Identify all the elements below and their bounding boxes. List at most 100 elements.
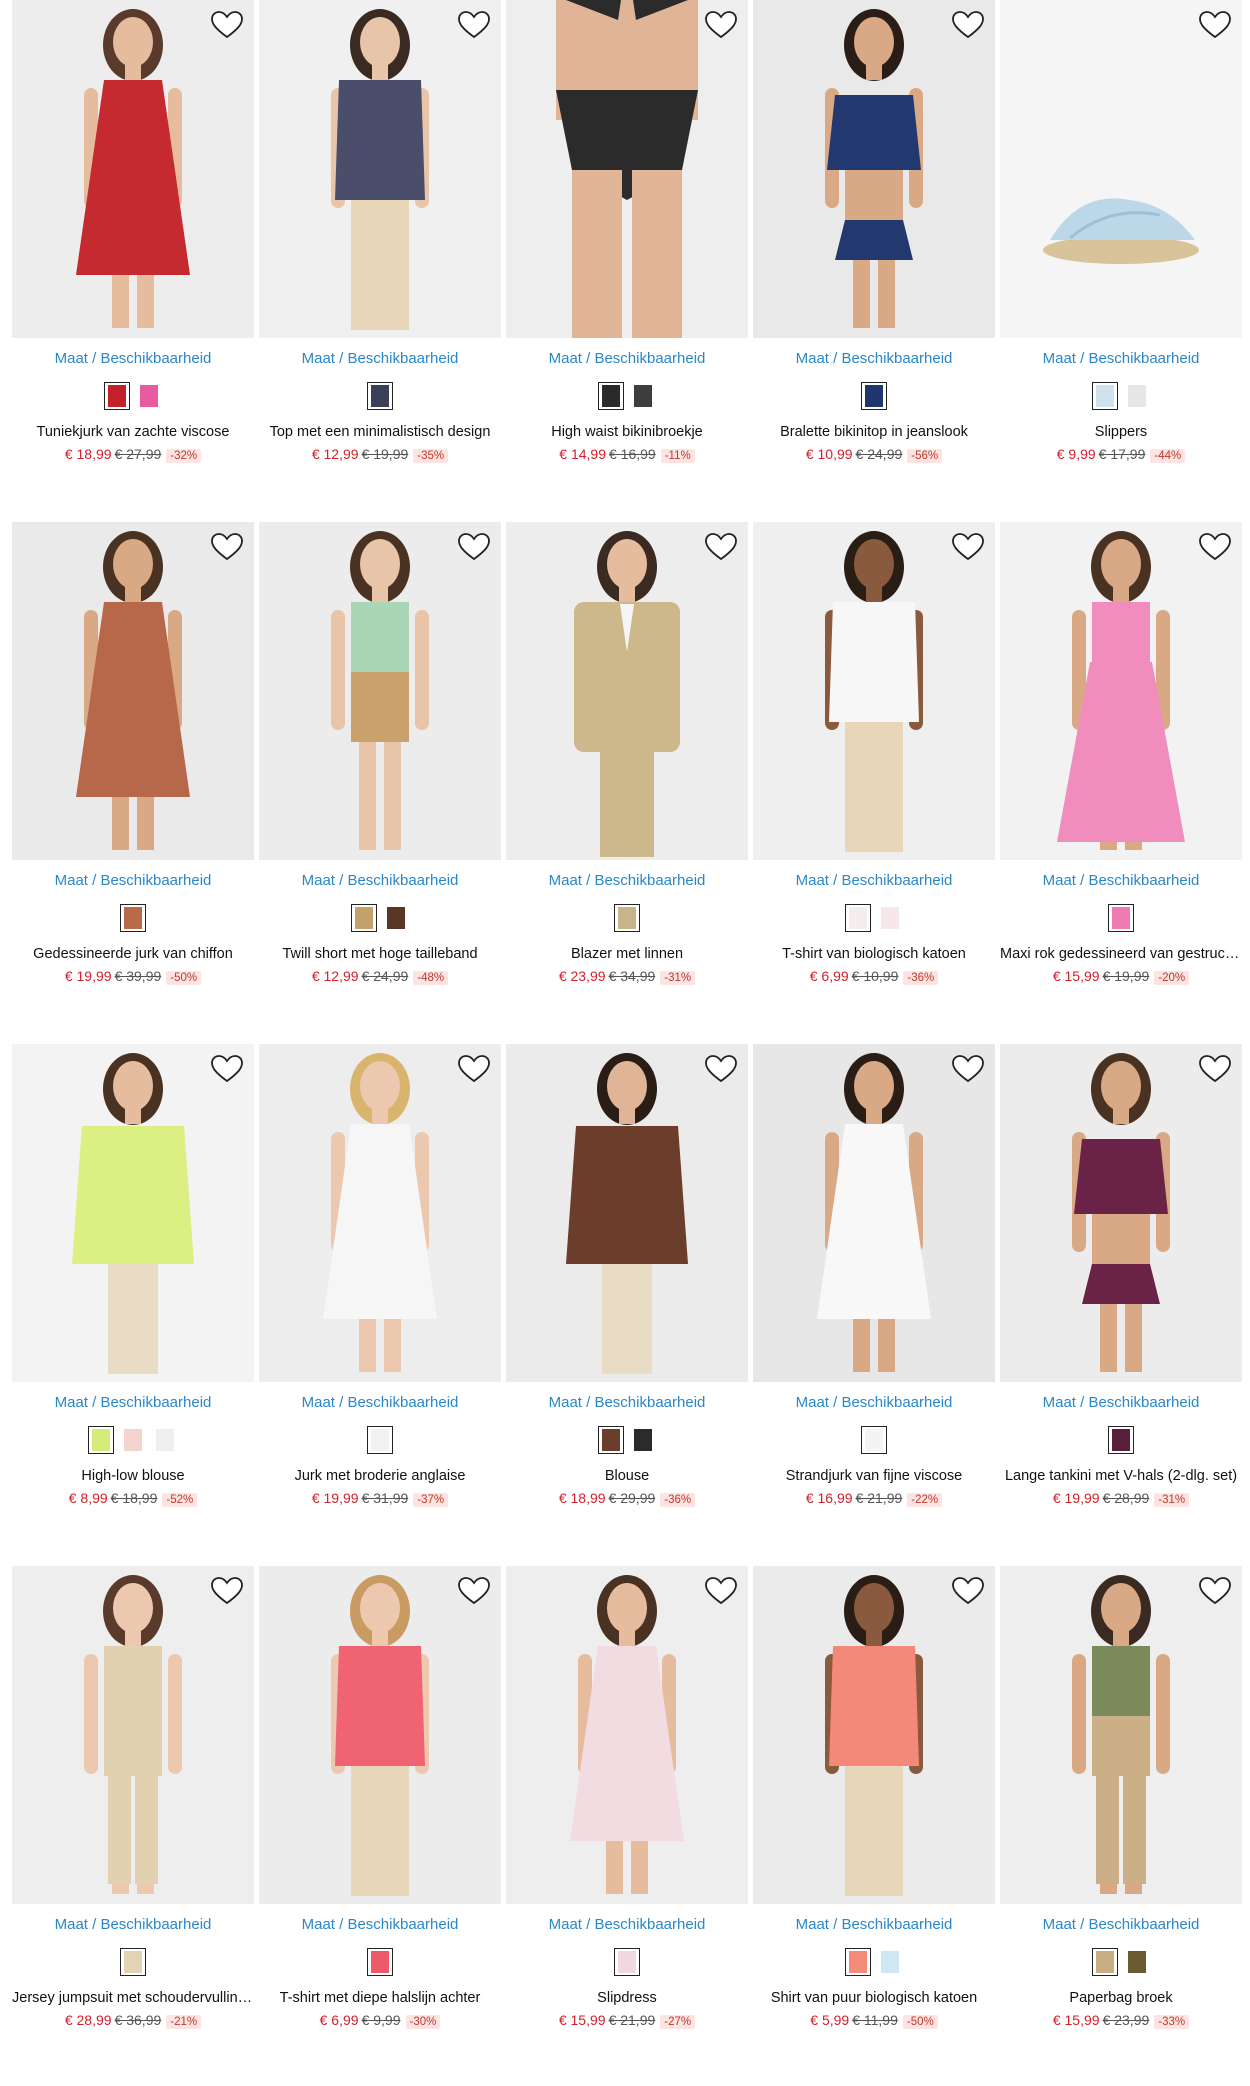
color-swatch[interactable] bbox=[120, 904, 146, 932]
size-availability-link[interactable]: Maat / Beschikbaarheid bbox=[259, 1394, 501, 1411]
color-swatch[interactable] bbox=[861, 1426, 887, 1454]
size-availability-link[interactable]: Maat / Beschikbaarheid bbox=[753, 1394, 995, 1411]
wishlist-heart-icon[interactable] bbox=[951, 1054, 985, 1084]
product-image[interactable] bbox=[506, 1566, 748, 1904]
product-image[interactable] bbox=[259, 1044, 501, 1382]
product-name[interactable]: Shirt van puur biologisch katoen bbox=[753, 1990, 995, 2006]
product-name[interactable]: Jersey jumpsuit met schoudervullingen bbox=[12, 1990, 254, 2006]
color-swatch[interactable] bbox=[367, 382, 393, 410]
size-availability-link[interactable]: Maat / Beschikbaarheid bbox=[12, 350, 254, 367]
wishlist-heart-icon[interactable] bbox=[1198, 1576, 1232, 1606]
wishlist-heart-icon[interactable] bbox=[704, 532, 738, 562]
size-availability-link[interactable]: Maat / Beschikbaarheid bbox=[753, 350, 995, 367]
wishlist-heart-icon[interactable] bbox=[210, 532, 244, 562]
color-swatch[interactable] bbox=[1124, 382, 1150, 410]
product-card[interactable]: Maat / Beschikbaarheid Jurk met broderie … bbox=[259, 1044, 501, 1564]
wishlist-heart-icon[interactable] bbox=[1198, 532, 1232, 562]
wishlist-heart-icon[interactable] bbox=[704, 1054, 738, 1084]
size-availability-link[interactable]: Maat / Beschikbaarheid bbox=[1000, 1916, 1242, 1933]
product-image[interactable] bbox=[1000, 1044, 1242, 1382]
product-image[interactable] bbox=[259, 522, 501, 860]
wishlist-heart-icon[interactable] bbox=[457, 10, 491, 40]
wishlist-heart-icon[interactable] bbox=[210, 1576, 244, 1606]
color-swatch[interactable] bbox=[351, 904, 377, 932]
product-name[interactable]: High-low blouse bbox=[12, 1468, 254, 1484]
product-image[interactable] bbox=[12, 1044, 254, 1382]
product-name[interactable]: T-shirt met diepe halslijn achter bbox=[259, 1990, 501, 2006]
product-name[interactable]: High waist bikinibroekje bbox=[506, 424, 748, 440]
size-availability-link[interactable]: Maat / Beschikbaarheid bbox=[12, 1394, 254, 1411]
product-name[interactable]: Slippers bbox=[1000, 424, 1242, 440]
wishlist-heart-icon[interactable] bbox=[951, 1576, 985, 1606]
product-name[interactable]: Bralette bikinitop in jeanslook bbox=[753, 424, 995, 440]
color-swatch[interactable] bbox=[877, 904, 903, 932]
wishlist-heart-icon[interactable] bbox=[457, 1054, 491, 1084]
product-name[interactable]: Gedessineerde jurk van chiffon bbox=[12, 946, 254, 962]
color-swatch[interactable] bbox=[104, 382, 130, 410]
product-image[interactable] bbox=[753, 1044, 995, 1382]
color-swatch[interactable] bbox=[1092, 382, 1118, 410]
product-image[interactable] bbox=[12, 1566, 254, 1904]
product-name[interactable]: Twill short met hoge tailleband bbox=[259, 946, 501, 962]
color-swatch[interactable] bbox=[136, 382, 162, 410]
size-availability-link[interactable]: Maat / Beschikbaarheid bbox=[259, 350, 501, 367]
color-swatch[interactable] bbox=[367, 1948, 393, 1976]
product-card[interactable]: Maat / Beschikbaarheid High waist bikinib… bbox=[506, 0, 748, 520]
color-swatch[interactable] bbox=[120, 1426, 146, 1454]
color-swatch[interactable] bbox=[1108, 1426, 1134, 1454]
size-availability-link[interactable]: Maat / Beschikbaarheid bbox=[1000, 1394, 1242, 1411]
color-swatch[interactable] bbox=[1108, 904, 1134, 932]
wishlist-heart-icon[interactable] bbox=[951, 532, 985, 562]
product-card[interactable]: Maat / Beschikbaarheid T-shirt van biolog… bbox=[753, 522, 995, 1042]
size-availability-link[interactable]: Maat / Beschikbaarheid bbox=[1000, 350, 1242, 367]
product-card[interactable]: Maat / Beschikbaarheid Gedessineerde jurk… bbox=[12, 522, 254, 1042]
wishlist-heart-icon[interactable] bbox=[1198, 10, 1232, 40]
product-name[interactable]: Slipdress bbox=[506, 1990, 748, 2006]
wishlist-heart-icon[interactable] bbox=[951, 10, 985, 40]
color-swatch[interactable] bbox=[614, 904, 640, 932]
product-image[interactable] bbox=[506, 1044, 748, 1382]
wishlist-heart-icon[interactable] bbox=[210, 1054, 244, 1084]
product-card[interactable]: Maat / Beschikbaarheid Blouse € 18,99 € 29,… bbox=[506, 1044, 748, 1564]
product-card[interactable]: Maat / Beschikbaarheid Lange tankini met … bbox=[1000, 1044, 1242, 1564]
wishlist-heart-icon[interactable] bbox=[210, 10, 244, 40]
product-name[interactable]: Lange tankini met V-hals (2-dlg. set) bbox=[1000, 1468, 1242, 1484]
color-swatch[interactable] bbox=[152, 1426, 178, 1454]
wishlist-heart-icon[interactable] bbox=[704, 10, 738, 40]
color-swatch[interactable] bbox=[861, 382, 887, 410]
color-swatch[interactable] bbox=[120, 1948, 146, 1976]
product-image[interactable] bbox=[1000, 522, 1242, 860]
size-availability-link[interactable]: Maat / Beschikbaarheid bbox=[506, 872, 748, 889]
size-availability-link[interactable]: Maat / Beschikbaarheid bbox=[753, 1916, 995, 1933]
product-card[interactable]: Maat / Beschikbaarheid Slippers € 9,99 € 17… bbox=[1000, 0, 1242, 520]
color-swatch[interactable] bbox=[630, 382, 656, 410]
size-availability-link[interactable]: Maat / Beschikbaarheid bbox=[12, 1916, 254, 1933]
color-swatch[interactable] bbox=[598, 1426, 624, 1454]
size-availability-link[interactable]: Maat / Beschikbaarheid bbox=[1000, 872, 1242, 889]
product-image[interactable] bbox=[1000, 0, 1242, 338]
product-name[interactable]: Blouse bbox=[506, 1468, 748, 1484]
product-name[interactable]: Maxi rok gedessineerd van gestructureerd… bbox=[1000, 946, 1242, 962]
wishlist-heart-icon[interactable] bbox=[457, 1576, 491, 1606]
product-image[interactable] bbox=[506, 522, 748, 860]
size-availability-link[interactable]: Maat / Beschikbaarheid bbox=[753, 872, 995, 889]
color-swatch[interactable] bbox=[845, 904, 871, 932]
product-name[interactable]: Top met een minimalistisch design bbox=[259, 424, 501, 440]
color-swatch[interactable] bbox=[598, 382, 624, 410]
size-availability-link[interactable]: Maat / Beschikbaarheid bbox=[506, 1394, 748, 1411]
wishlist-heart-icon[interactable] bbox=[457, 532, 491, 562]
size-availability-link[interactable]: Maat / Beschikbaarheid bbox=[12, 872, 254, 889]
color-swatch[interactable] bbox=[845, 1948, 871, 1976]
product-name[interactable]: Blazer met linnen bbox=[506, 946, 748, 962]
size-availability-link[interactable]: Maat / Beschikbaarheid bbox=[259, 872, 501, 889]
size-availability-link[interactable]: Maat / Beschikbaarheid bbox=[259, 1916, 501, 1933]
product-card[interactable]: Maat / Beschikbaarheid Blazer met linnen €… bbox=[506, 522, 748, 1042]
product-image[interactable] bbox=[753, 522, 995, 860]
color-swatch[interactable] bbox=[88, 1426, 114, 1454]
product-name[interactable]: Strandjurk van fijne viscose bbox=[753, 1468, 995, 1484]
product-card[interactable]: Maat / Beschikbaarheid Shirt van puur bio… bbox=[753, 1566, 995, 2086]
color-swatch[interactable] bbox=[614, 1948, 640, 1976]
product-card[interactable]: Maat / Beschikbaarheid Tuniekjurk van zac… bbox=[12, 0, 254, 520]
color-swatch[interactable] bbox=[877, 1948, 903, 1976]
product-image[interactable] bbox=[1000, 1566, 1242, 1904]
